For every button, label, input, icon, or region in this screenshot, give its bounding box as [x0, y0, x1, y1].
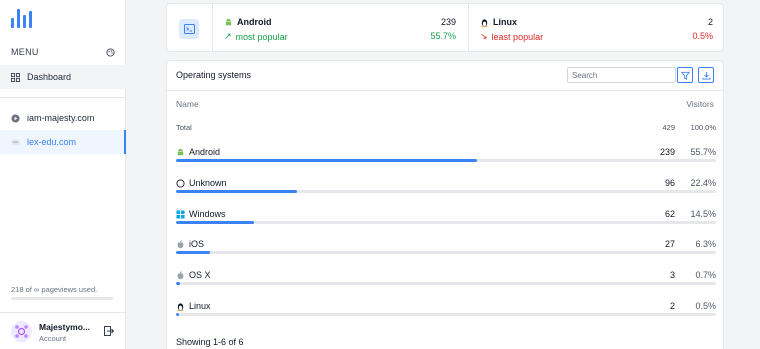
apple-icon — [177, 239, 184, 248]
summary-bottom-name: Linux — [493, 17, 517, 27]
sidebar-item-site-iam-majesty[interactable]: iam-majesty.com — [0, 106, 126, 130]
account-label: Account — [39, 334, 67, 343]
row-name: Windows — [189, 209, 226, 219]
row-count: 96 — [664, 178, 675, 188]
row-name: Android — [189, 147, 221, 157]
app-logo[interactable] — [11, 9, 32, 28]
menu-header: MENU — [11, 47, 115, 57]
summary-top-pct: 55.7% — [430, 31, 456, 41]
row-pct: 22.4% — [690, 178, 716, 188]
pagination-summary: Showing 1-6 of 6 — [176, 337, 244, 347]
table-row[interactable]: Linux 2 0.5% — [176, 301, 716, 329]
row-progress-fill — [176, 190, 297, 193]
column-header-name[interactable]: Name — [176, 99, 199, 109]
row-progress-bar — [176, 159, 716, 162]
row-name: Unknown — [189, 178, 227, 188]
row-name: iOS — [189, 239, 205, 249]
panel-divider — [167, 90, 723, 91]
total-count: 429 — [662, 123, 675, 132]
row-pct: 6.3% — [695, 239, 716, 249]
row-pct: 0.5% — [695, 301, 716, 311]
row-count: 239 — [659, 147, 675, 157]
table-row[interactable]: iOS 27 6.3% — [176, 239, 716, 267]
site-favicon-icon — [11, 113, 20, 123]
row-count: 62 — [664, 209, 675, 219]
usage-progress-bar — [11, 297, 113, 300]
sidebar-divider — [0, 97, 126, 98]
terminal-icon — [179, 19, 199, 39]
logout-icon[interactable] — [104, 326, 114, 336]
linux-icon — [177, 302, 184, 311]
summary-least-popular: Linux 2 ↘ least popular 0.5% — [480, 17, 713, 42]
summary-top-count: 239 — [440, 17, 456, 27]
row-name: Linux — [189, 301, 211, 311]
sidebar-item-dashboard[interactable]: Dashboard — [0, 65, 126, 89]
row-name: OS X — [189, 270, 211, 280]
row-count: 3 — [669, 270, 675, 280]
row-progress-bar — [176, 190, 716, 193]
panel-title: Operating systems — [176, 70, 252, 80]
apple-icon — [177, 270, 184, 279]
android-icon — [225, 18, 232, 25]
menu-label: MENU — [11, 47, 39, 57]
total-row: Total 429 100.0% — [176, 123, 716, 132]
table-row[interactable]: Android 239 55.7% — [176, 147, 716, 175]
row-progress-fill — [176, 282, 180, 285]
avatar-pattern-icon — [15, 325, 28, 338]
summary-card: Android 239 ↗ most popular 55.7% Linux 2… — [166, 3, 724, 52]
palette-icon[interactable] — [106, 47, 115, 57]
usage-text: 218 of ∞ pageviews used. — [11, 285, 98, 294]
operating-systems-panel: Operating systems Name Visitors Total 42… — [166, 60, 724, 349]
account-section[interactable]: Majestymo... Account — [0, 312, 126, 349]
sidebar-item-label: Dashboard — [27, 72, 72, 82]
row-progress-bar — [176, 251, 716, 254]
total-label: Total — [176, 123, 192, 132]
filter-button[interactable] — [677, 67, 693, 83]
summary-divider — [212, 4, 213, 51]
row-progress-fill — [176, 221, 255, 224]
summary-bottom-pct: 0.5% — [692, 31, 713, 41]
site-favicon-icon — [11, 139, 20, 145]
row-count: 2 — [669, 301, 675, 311]
trend-up-icon: ↗ — [224, 31, 232, 41]
row-progress-bar — [176, 221, 716, 224]
row-count: 27 — [664, 239, 675, 249]
summary-bottom-count: 2 — [707, 17, 713, 27]
summary-most-popular: Android 239 ↗ most popular 55.7% — [224, 17, 456, 42]
sidebar-item-site-lex-edu[interactable]: lex-edu.com — [0, 130, 126, 154]
summary-bottom-note: least popular — [491, 31, 544, 42]
summary-top-note: most popular — [235, 31, 288, 42]
account-name: Majestymo... — [39, 322, 91, 332]
sidebar-item-label: iam-majesty.com — [27, 113, 95, 123]
trend-down-icon: ↘ — [480, 31, 488, 41]
circle-icon — [176, 178, 185, 188]
sidebar: MENU Dashboard iam-majesty.com lex-edu.c… — [0, 0, 126, 349]
search-input[interactable] — [567, 67, 676, 83]
download-button[interactable] — [698, 67, 714, 83]
summary-divider — [468, 4, 469, 51]
summary-top-name: Android — [237, 17, 272, 27]
total-pct: 100.0% — [690, 123, 716, 132]
sidebar-item-label: lex-edu.com — [27, 137, 77, 147]
android-icon — [177, 148, 184, 155]
row-pct: 55.7% — [690, 147, 716, 157]
windows-icon — [176, 209, 185, 219]
avatar[interactable] — [11, 321, 32, 342]
row-progress-bar — [176, 313, 716, 316]
table-row[interactable]: Windows 62 14.5% — [176, 209, 716, 237]
row-pct: 0.7% — [695, 270, 716, 280]
column-header-visitors[interactable]: Visitors — [686, 99, 714, 109]
row-progress-fill — [176, 159, 477, 162]
grid-icon — [11, 72, 20, 82]
table-row[interactable]: Unknown 96 22.4% — [176, 178, 716, 206]
row-progress-bar — [176, 282, 716, 285]
filter-icon — [680, 71, 690, 80]
row-progress-fill — [176, 313, 179, 316]
row-progress-fill — [176, 251, 211, 254]
download-icon — [701, 71, 711, 80]
table-row[interactable]: OS X 3 0.7% — [176, 270, 716, 298]
linux-icon — [481, 18, 488, 27]
row-pct: 14.5% — [690, 209, 716, 219]
